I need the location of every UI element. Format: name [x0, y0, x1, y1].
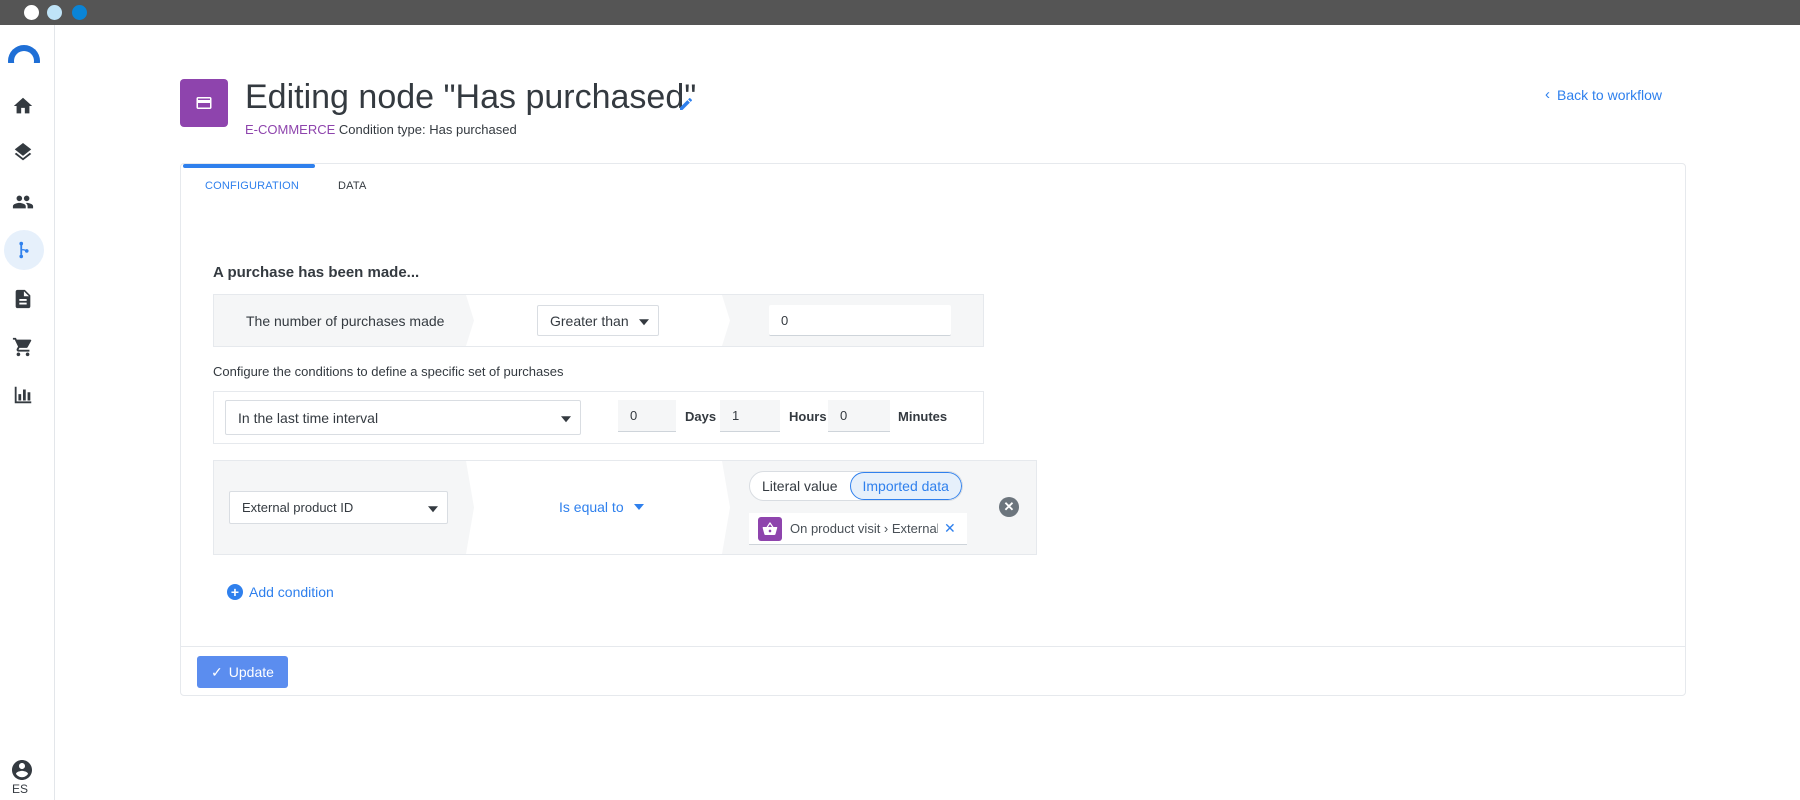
home-icon[interactable]: [8, 91, 38, 121]
time-interval-select[interactable]: In the last time interval: [225, 400, 581, 435]
condition-type-label: Condition type: Has purchased: [338, 122, 517, 137]
configure-conditions-text: Configure the conditions to define a spe…: [213, 364, 564, 379]
minutes-label: Minutes: [898, 409, 948, 424]
time-interval-row: In the last time interval 0 Days 1 Hours…: [213, 391, 984, 444]
tab-data[interactable]: DATA: [338, 180, 367, 192]
add-condition-label: Add condition: [249, 584, 334, 600]
value-source-toggle: Literal value Imported data: [749, 471, 963, 501]
back-link-label: Back to workflow: [1557, 86, 1663, 103]
literal-value-toggle[interactable]: Literal value: [750, 472, 850, 500]
purchases-operator-select[interactable]: Greater than: [537, 305, 659, 336]
remove-condition-button[interactable]: ✕: [999, 497, 1019, 517]
chevron-down-icon: [639, 318, 649, 325]
purchases-count-label: The number of purchases made: [246, 312, 445, 329]
section-title: A purchase has been made...: [213, 264, 420, 281]
chevron-left-icon: ‹: [1545, 86, 1550, 103]
user-account-icon[interactable]: [10, 758, 36, 784]
back-to-workflow-link[interactable]: ‹ Back to workflow: [1545, 86, 1662, 103]
tab-bar: CONFIGURATION DATA: [181, 164, 1685, 204]
tab-configuration[interactable]: CONFIGURATION: [205, 180, 299, 192]
window-close-dot[interactable]: [24, 5, 39, 20]
hours-input[interactable]: 1: [720, 400, 780, 432]
imported-data-chip: On product visit › External product ID ✕: [749, 513, 967, 545]
condition-field-select[interactable]: External product ID: [229, 491, 448, 524]
node-type-icon: [180, 79, 228, 127]
condition-operator-value: Is equal to: [559, 499, 624, 515]
sidebar: ES: [0, 25, 55, 800]
add-condition-button[interactable]: + Add condition: [227, 584, 334, 600]
window-minimize-dot[interactable]: [47, 5, 62, 20]
days-value: 0: [630, 408, 638, 423]
update-button-label: Update: [228, 664, 274, 680]
shopping-basket-icon: [758, 516, 782, 541]
time-interval-value: In the last time interval: [238, 409, 379, 426]
purchases-count-row: The number of purchases made Greater tha…: [213, 294, 984, 347]
window-maximize-dot[interactable]: [72, 5, 87, 20]
imported-data-toggle[interactable]: Imported data: [849, 472, 962, 500]
app-logo[interactable]: [8, 45, 40, 63]
language-label[interactable]: ES: [12, 782, 28, 796]
imported-data-chip-text: On product visit › External product ID: [790, 521, 938, 536]
layers-icon[interactable]: [8, 139, 38, 169]
minutes-input[interactable]: 0: [828, 400, 890, 432]
chevron-down-icon: [633, 504, 644, 510]
product-condition-row: External product ID Is equal to Literal …: [213, 460, 1037, 555]
check-icon: ✓: [211, 663, 223, 680]
node-subtitle: E-COMMERCE Condition type: Has purchased: [245, 122, 517, 137]
hours-value: 1: [732, 408, 740, 423]
close-icon[interactable]: ✕: [944, 520, 956, 537]
category-label: E-COMMERCE: [245, 122, 336, 137]
document-icon[interactable]: [8, 284, 38, 314]
update-button[interactable]: ✓ Update: [197, 656, 288, 688]
days-input[interactable]: 0: [618, 400, 676, 432]
page-title: Editing node "Has purchased": [245, 78, 697, 116]
condition-operator-select[interactable]: Is equal to: [559, 499, 644, 515]
users-icon[interactable]: [8, 187, 38, 217]
workflow-icon[interactable]: [4, 230, 44, 270]
chevron-down-icon: [428, 505, 438, 512]
chevron-down-icon: [561, 415, 571, 422]
cart-icon[interactable]: [8, 332, 38, 362]
active-tab-indicator: [183, 164, 315, 168]
purchases-count-input[interactable]: 0: [769, 305, 951, 336]
add-circle-icon: +: [227, 584, 243, 600]
condition-field-value: External product ID: [242, 500, 354, 515]
bar-chart-icon[interactable]: [8, 380, 38, 410]
minutes-value: 0: [840, 408, 848, 423]
purchases-count-value: 0: [781, 312, 789, 328]
purchases-operator-value: Greater than: [550, 312, 629, 329]
editor-card: CONFIGURATION DATA A purchase has been m…: [180, 163, 1686, 696]
window-titlebar: [0, 0, 1800, 25]
edit-title-icon[interactable]: [678, 96, 694, 112]
hours-label: Hours: [789, 409, 827, 424]
footer-divider: [181, 646, 1685, 647]
days-label: Days: [685, 409, 717, 424]
